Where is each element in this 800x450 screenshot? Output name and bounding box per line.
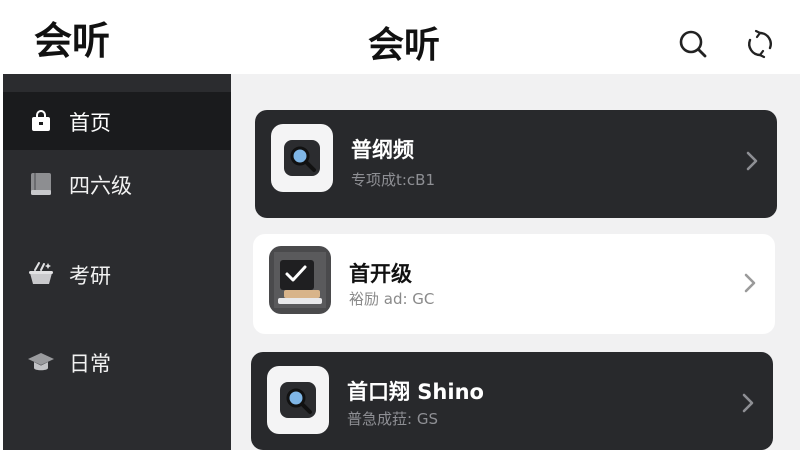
- card-title: 首开级: [349, 262, 412, 286]
- chevron-right-icon: [741, 272, 759, 294]
- card-title: 普纲频: [351, 138, 414, 162]
- sidebar-top-strip: [3, 74, 231, 92]
- sidebar-item-home[interactable]: 首页: [3, 92, 231, 150]
- sidebar-item-label: 首页: [69, 111, 111, 135]
- chevron-right-icon: [739, 392, 757, 414]
- sidebar-item-label: 考研: [69, 264, 111, 288]
- sidebar: 首页 四六级 考研 日常: [3, 74, 231, 450]
- app-logo-text: 会听: [34, 19, 111, 63]
- top-bar: 会听 会听: [0, 0, 800, 74]
- checklist-board-icon: [274, 252, 326, 308]
- search-icon: [679, 30, 707, 58]
- card-subtitle: 普急成菈: GS: [347, 410, 438, 428]
- book-icon: [27, 170, 55, 198]
- card-subtitle: 专项成t:cB1: [351, 171, 436, 189]
- card-thumbnail: [267, 366, 329, 434]
- sidebar-item-label: 日常: [69, 352, 111, 376]
- card-title: 首口翔 Shino: [347, 380, 484, 404]
- refresh-icon: [748, 29, 772, 59]
- sidebar-item-daily[interactable]: 日常: [3, 338, 231, 386]
- sidebar-item-postgrad[interactable]: 考研: [3, 250, 231, 298]
- bag-icon: [27, 107, 55, 135]
- bowl-sparkle-icon: [27, 260, 55, 288]
- course-card[interactable]: 首开级 裕励 ad: GC: [253, 234, 775, 334]
- search-button[interactable]: [677, 28, 709, 60]
- magnifier-icon: [280, 382, 316, 418]
- page-title: 会听: [368, 25, 441, 66]
- content-area: 普纲频 专项成t:cB1 首开级 裕励 ad: GC 首口翔 Shino 普急成…: [231, 74, 800, 450]
- sidebar-item-cet[interactable]: 四六级: [3, 160, 231, 208]
- chevron-right-icon: [743, 150, 761, 172]
- card-subtitle: 裕励 ad: GC: [349, 290, 435, 308]
- sidebar-item-label: 四六级: [69, 174, 132, 198]
- graduation-cap-icon: [27, 348, 55, 376]
- course-card[interactable]: 普纲频 专项成t:cB1: [255, 110, 777, 218]
- refresh-button[interactable]: [744, 28, 776, 60]
- card-thumbnail: [271, 124, 333, 192]
- magnifier-icon: [284, 140, 320, 176]
- course-card[interactable]: 首口翔 Shino 普急成菈: GS: [251, 352, 773, 450]
- card-thumbnail: [269, 246, 331, 314]
